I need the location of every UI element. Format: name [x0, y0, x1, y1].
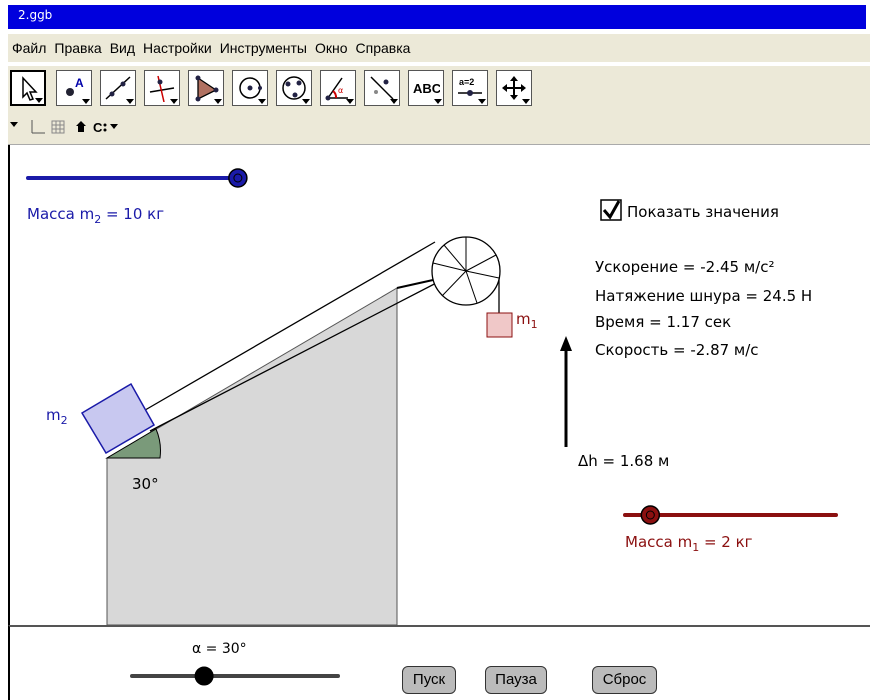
- point-tool-button[interactable]: A: [56, 70, 92, 106]
- menu-edit[interactable]: Правка: [54, 34, 101, 62]
- mass2-slider-label: Масса m2 = 10 кг: [27, 205, 165, 226]
- text-icon: ABC: [413, 81, 440, 96]
- menu-bar: Файл Правка Вид Настройки Инструменты Окно Спр…: [8, 34, 870, 62]
- axes-icon[interactable]: [31, 120, 45, 134]
- perpendicular-tool-button[interactable]: [144, 70, 180, 106]
- style-bar-icons: C: [10, 120, 118, 135]
- toolbar: A α ABC a=2: [8, 66, 870, 116]
- point-capture-icon[interactable]: C: [93, 120, 118, 135]
- mass1-slider-knob-center: [645, 510, 655, 520]
- circle-tool-button[interactable]: [232, 70, 268, 106]
- menu-view[interactable]: Вид: [110, 34, 135, 62]
- svg-text:ABC: ABC: [413, 81, 440, 96]
- home-icon[interactable]: [76, 121, 86, 132]
- start-button[interactable]: Пуск: [402, 666, 456, 694]
- acceleration-value: Ускорение = -2.45 м/с²: [595, 258, 775, 276]
- circle-icon: [239, 77, 262, 99]
- title-bar: 2.ggb: [0, 0, 870, 30]
- mass1-slider-label: Масса m1 = 2 кг: [625, 533, 753, 554]
- menu-tools[interactable]: Инструменты: [220, 34, 307, 62]
- slider-tool-button[interactable]: a=2: [452, 70, 488, 106]
- toggle-style-bar-icon[interactable]: [10, 122, 18, 127]
- menu-settings[interactable]: Настройки: [143, 34, 212, 62]
- alpha-slider-knob[interactable]: [194, 666, 214, 686]
- mass1-label: m1: [516, 310, 538, 331]
- delta-h-arrowhead: [560, 336, 572, 351]
- menu-help[interactable]: Справка: [356, 34, 411, 62]
- reset-button[interactable]: Сброс: [592, 666, 657, 694]
- speed-value: Скорость = -2.87 м/с: [595, 341, 759, 359]
- mass1-block[interactable]: [486, 312, 513, 338]
- delta-h-label: Δh = 1.68 м: [578, 452, 670, 470]
- move-graphics-tool-button[interactable]: [496, 70, 532, 106]
- menu-window[interactable]: Окно: [315, 34, 348, 62]
- grid-icon[interactable]: [51, 120, 65, 134]
- point-icon: A: [66, 76, 84, 96]
- reflect-tool-button[interactable]: [364, 70, 400, 106]
- slider-icon: a=2: [458, 77, 482, 96]
- conic-tool-button[interactable]: [276, 70, 312, 106]
- window-title: 2.ggb: [18, 8, 53, 22]
- conic-icon: [282, 76, 306, 100]
- angle-icon: α: [325, 77, 348, 101]
- title-bar-fill: 2.ggb: [8, 5, 866, 29]
- pause-button[interactable]: Пауза: [485, 666, 547, 694]
- svg-text:A: A: [75, 76, 84, 90]
- style-bar: C: [8, 116, 870, 145]
- mass2-slider-knob-center: [233, 173, 243, 183]
- alpha-slider[interactable]: [120, 661, 360, 691]
- svg-text:a=2: a=2: [459, 77, 474, 87]
- show-values-label[interactable]: Показать значения: [627, 203, 779, 221]
- menu-file[interactable]: Файл: [12, 34, 46, 62]
- polygon-tool-button[interactable]: [188, 70, 224, 106]
- reflect-icon: [370, 76, 394, 100]
- line-icon: [105, 76, 131, 100]
- time-value: Время = 1.17 сек: [595, 313, 732, 331]
- angle-tool-button[interactable]: α: [320, 70, 356, 106]
- text-tool-button[interactable]: ABC: [408, 70, 444, 106]
- svg-text:C: C: [93, 120, 103, 135]
- pulley: [431, 236, 501, 306]
- mass2-label: m2: [46, 406, 68, 427]
- svg-text:α: α: [338, 86, 343, 95]
- control-panel: α = 30° Пуск Пауза Сброс: [8, 625, 870, 700]
- angle-label: 30°: [132, 475, 159, 493]
- line-tool-button[interactable]: [100, 70, 136, 106]
- polygon-icon: [195, 75, 219, 102]
- alpha-slider-label: α = 30°: [192, 641, 247, 657]
- move-graphics-icon: [502, 76, 526, 100]
- move-tool-button[interactable]: [10, 70, 46, 106]
- perpendicular-icon: [149, 75, 175, 102]
- graphics-view[interactable]: Масса m2 = 10 кг Показать значения Ускор…: [8, 145, 870, 625]
- tension-value: Натяжение шнура = 24.5 Н: [595, 287, 813, 305]
